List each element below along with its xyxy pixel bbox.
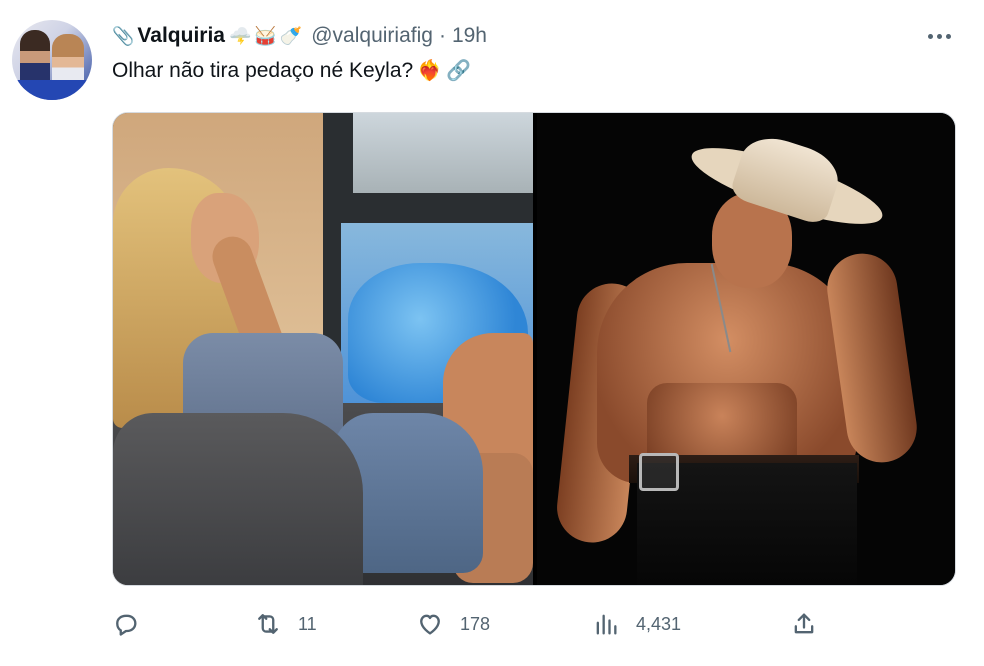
tweet-header: 📎 Valquiria 🌩️ 🥁 🍼 @valquiriafig · 19h bbox=[112, 22, 487, 50]
share-button[interactable] bbox=[790, 604, 834, 644]
avatar[interactable] bbox=[12, 20, 92, 100]
drum-emoji: 🥁 bbox=[254, 25, 277, 46]
action-bar: 11 178 4,431 bbox=[112, 604, 954, 644]
heart-icon bbox=[420, 614, 440, 635]
bottle-emoji: 🍼 bbox=[279, 25, 303, 46]
share-icon bbox=[794, 613, 814, 634]
views-button[interactable]: 4,431 bbox=[592, 604, 681, 644]
reply-button[interactable] bbox=[112, 604, 156, 644]
heart-on-fire-emoji: ❤️‍🔥 bbox=[417, 60, 443, 82]
paperclip-icon: 📎 bbox=[112, 25, 135, 46]
timestamp[interactable]: 19h bbox=[452, 24, 487, 48]
like-button[interactable]: 178 bbox=[416, 604, 490, 644]
retweet-count: 11 bbox=[298, 613, 317, 634]
tweet: 📎 Valquiria 🌩️ 🥁 🍼 @valquiriafig · 19h O… bbox=[0, 0, 984, 666]
reply-icon bbox=[116, 614, 137, 636]
media-grid bbox=[112, 112, 956, 586]
avatar-desk bbox=[12, 80, 92, 100]
display-name[interactable]: Valquiria bbox=[137, 24, 225, 48]
storm-emoji: 🌩️ bbox=[228, 25, 252, 46]
retweet-button[interactable]: 11 bbox=[254, 604, 317, 644]
views-count: 4,431 bbox=[636, 613, 682, 634]
tweet-text: Olhar não tira pedaço né Keyla? ❤️‍🔥 🔗 bbox=[112, 58, 471, 83]
analytics-icon bbox=[596, 614, 617, 635]
right-photo[interactable] bbox=[537, 113, 955, 585]
tweet-text-body: Olhar não tira pedaço né Keyla? bbox=[112, 58, 414, 82]
link-emoji: 🔗 bbox=[446, 60, 472, 82]
like-count: 178 bbox=[460, 613, 491, 634]
separator-dot: · bbox=[438, 24, 446, 47]
user-handle[interactable]: @valquiriafig bbox=[311, 24, 433, 48]
more-icon[interactable] bbox=[925, 26, 953, 46]
retweet-icon bbox=[258, 614, 278, 634]
left-photo[interactable] bbox=[113, 113, 533, 585]
